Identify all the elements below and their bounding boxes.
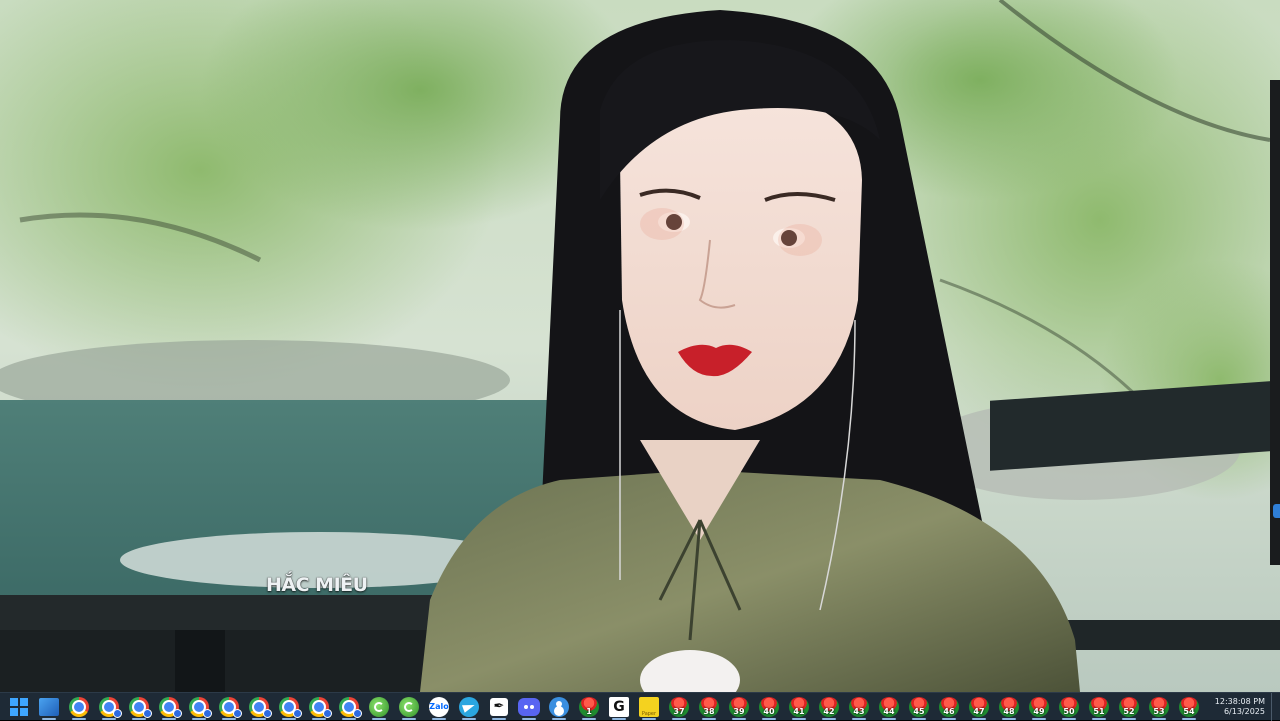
numbered-app-icon: 37 — [669, 696, 689, 717]
numbered-app-icon: 54 — [1179, 696, 1199, 717]
yellow-app-icon: Paper — [639, 696, 659, 717]
numbered-app-icon: 51 — [1089, 696, 1109, 717]
taskbar: Zalo ✒ 1 G Paper 37 38 39 40 41 42 43 44… — [0, 692, 1280, 721]
g-app-icon: G — [609, 696, 629, 717]
taskbar-file-explorer[interactable] — [34, 693, 64, 721]
profile-badge-icon — [173, 708, 182, 718]
taskbar-g-app[interactable]: G — [604, 693, 634, 721]
profile-badge-icon — [203, 708, 212, 718]
taskbar-discord[interactable] — [514, 693, 544, 721]
taskbar-chrome-8[interactable] — [274, 693, 304, 721]
taskbar-inkscape[interactable]: ✒ — [484, 693, 514, 721]
numbered-app-icon: 52 — [1119, 696, 1139, 717]
clock-time: 12:38:08 PM — [1214, 696, 1265, 706]
file-explorer-icon — [39, 697, 59, 716]
taskbar-yellow-app[interactable]: Paper — [634, 693, 664, 721]
taskbar-numbered-48[interactable]: 48 — [994, 693, 1024, 721]
taskbar-numbered-37[interactable]: 37 — [664, 693, 694, 721]
taskbar-numbered-52[interactable]: 52 — [1114, 693, 1144, 721]
taskbar-numbered-46[interactable]: 46 — [934, 693, 964, 721]
taskbar-chrome-7[interactable] — [244, 693, 274, 721]
taskbar-zalo[interactable]: Zalo — [424, 693, 454, 721]
taskbar-numbered-42[interactable]: 42 — [814, 693, 844, 721]
side-window-tab[interactable] — [1273, 504, 1280, 518]
numbered-app-icon: 49 — [1029, 696, 1049, 717]
contacts-icon — [549, 696, 569, 717]
taskbar-green-app-2[interactable] — [394, 693, 424, 721]
taskbar-chrome-4[interactable] — [154, 693, 184, 721]
taskbar-telegram[interactable] — [454, 693, 484, 721]
numbered-app-icon: 48 — [999, 696, 1019, 717]
taskbar-numbered-44[interactable]: 44 — [874, 693, 904, 721]
taskbar-numbered-53[interactable]: 53 — [1144, 693, 1174, 721]
profile-badge-icon — [353, 708, 362, 718]
numbered-app-icon: 39 — [729, 696, 749, 717]
numbered-app-icon: 44 — [879, 696, 899, 717]
numbered-app-icon: 42 — [819, 696, 839, 717]
numbered-app-icon: 38 — [699, 696, 719, 717]
taskbar-chrome-1[interactable] — [64, 693, 94, 721]
start-button[interactable] — [4, 693, 34, 721]
numbered-app-icon: 43 — [849, 696, 869, 717]
side-window-edge[interactable] — [1270, 80, 1280, 565]
numbered-app-icon: 45 — [909, 696, 929, 717]
taskbar-numbered-41[interactable]: 41 — [784, 693, 814, 721]
taskbar-numbered-40[interactable]: 40 — [754, 693, 784, 721]
desktop-wallpaper — [0, 0, 1280, 692]
numbered-app-icon: 41 — [789, 696, 809, 717]
zalo-icon: Zalo — [429, 696, 449, 717]
numbered-app-icon: 1 — [579, 696, 599, 717]
taskbar-chrome-5[interactable] — [184, 693, 214, 721]
profile-badge-icon — [323, 708, 332, 718]
numbered-app-icon: 50 — [1059, 696, 1079, 717]
clock-date: 6/13/2025 — [1223, 706, 1265, 716]
profile-badge-icon — [143, 708, 152, 718]
green-app-icon — [369, 696, 389, 717]
taskbar-numbered-39[interactable]: 39 — [724, 693, 754, 721]
taskbar-numbered-47[interactable]: 47 — [964, 693, 994, 721]
taskbar-chrome-10[interactable] — [334, 693, 364, 721]
green-app-icon — [399, 696, 419, 717]
video-watermark: HẮC MIÊU — [266, 574, 368, 596]
numbered-app-icon: 40 — [759, 696, 779, 717]
show-desktop-button[interactable] — [1271, 692, 1280, 721]
taskbar-numbered-45[interactable]: 45 — [904, 693, 934, 721]
profile-badge-icon — [293, 708, 302, 718]
profile-badge-icon — [113, 708, 122, 718]
inkscape-icon: ✒ — [490, 697, 508, 716]
taskbar-chrome-6[interactable] — [214, 693, 244, 721]
numbered-app-icon: 53 — [1149, 696, 1169, 717]
discord-icon — [518, 697, 540, 716]
taskbar-numbered-50[interactable]: 50 — [1054, 693, 1084, 721]
taskbar-apps: Zalo ✒ 1 G Paper 37 38 39 40 41 42 43 44… — [0, 693, 1204, 721]
taskbar-numbered-51[interactable]: 51 — [1084, 693, 1114, 721]
numbered-app-icon: 46 — [939, 696, 959, 717]
taskbar-chrome-9[interactable] — [304, 693, 334, 721]
desktop[interactable]: HẮC MIÊU — [0, 0, 1280, 692]
taskbar-green-app-1[interactable] — [364, 693, 394, 721]
taskbar-chrome-3[interactable] — [124, 693, 154, 721]
taskbar-numbered-1[interactable]: 1 — [574, 693, 604, 721]
taskbar-contacts[interactable] — [544, 693, 574, 721]
taskbar-clock[interactable]: 12:38:08 PM 6/13/2025 — [1213, 693, 1271, 721]
taskbar-numbered-54[interactable]: 54 — [1174, 693, 1204, 721]
profile-badge-icon — [233, 708, 242, 718]
windows-logo-icon — [10, 697, 28, 716]
numbered-app-icon: 47 — [969, 696, 989, 717]
taskbar-chrome-2[interactable] — [94, 693, 124, 721]
telegram-icon — [459, 696, 479, 717]
taskbar-numbered-43[interactable]: 43 — [844, 693, 874, 721]
taskbar-numbered-49[interactable]: 49 — [1024, 693, 1054, 721]
chrome-icon — [69, 696, 89, 717]
profile-badge-icon — [263, 708, 272, 718]
taskbar-numbered-38[interactable]: 38 — [694, 693, 724, 721]
